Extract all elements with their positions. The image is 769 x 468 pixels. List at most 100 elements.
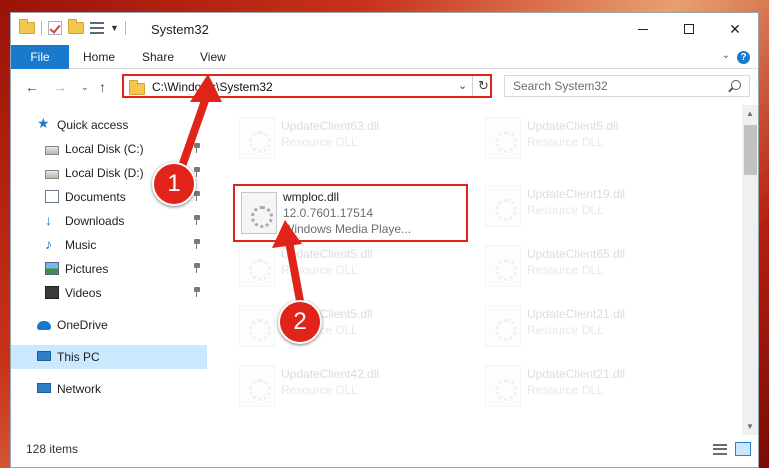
onedrive-icon [37,321,51,330]
tab-home[interactable]: Home [83,45,115,69]
address-divider [472,76,473,96]
videos-icon [45,286,59,299]
ribbon: File Home Share View ⌄ ? [11,45,758,69]
file-name: UpdateClient5.dll [281,247,373,261]
file-item[interactable]: UpdateClient63.dll Resource DLL [233,113,433,169]
file-item[interactable]: UpdateClient21.dll Resource DLL [479,301,679,357]
file-item[interactable]: UpdateClient5.dll Resource DLL [479,113,679,169]
address-history-icon[interactable]: ⌄ [458,79,467,92]
dll-file-icon [485,365,521,407]
close-button[interactable]: ✕ [712,13,758,45]
dll-file-icon [485,185,521,227]
search-icon[interactable] [731,80,741,90]
file-item[interactable]: UpdateClient5.dll Resource DLL [233,241,433,297]
sidebar-item-label: Local Disk (D:) [65,166,144,180]
tab-file[interactable]: File [11,45,69,69]
downloads-icon: ↓ [45,212,52,228]
dll-file-icon [239,365,275,407]
properties-icon[interactable] [90,22,104,34]
sidebar-item-pictures[interactable]: Pictures [11,257,207,281]
file-name: UpdateClient5.dll [527,119,619,133]
step1-badge: 1 [152,162,196,206]
window-controls: ✕ [620,13,758,45]
dll-file-icon [485,117,521,159]
sidebar-item-this-pc[interactable]: This PC [11,345,207,369]
file-type: Resource DLL [527,383,604,397]
sidebar-item-label: Documents [65,190,126,204]
scrollbar-thumb[interactable] [744,125,757,175]
sidebar-item-onedrive[interactable]: OneDrive [11,313,207,337]
pin-icon [193,287,201,297]
scroll-up-icon[interactable]: ▲ [746,109,754,118]
file-version: 12.0.7601.17514 [283,206,374,220]
folder-icon [129,80,145,95]
pin-icon [193,215,201,225]
status-bar: 128 items [11,435,758,467]
file-item[interactable]: UpdateClient19.dll Resource DLL [479,181,679,237]
file-item[interactable]: UpdateClient42.dll Resource DLL [233,361,433,417]
maximize-button[interactable] [666,13,712,45]
sidebar-item-music[interactable]: ♪ Music [11,233,207,257]
sidebar-item-videos[interactable]: Videos [11,281,207,305]
tab-view[interactable]: View [200,45,226,69]
file-type: Resource DLL [281,383,358,397]
scroll-down-icon[interactable]: ▼ [746,422,754,431]
window-title: System32 [151,22,209,37]
pin-icon [193,263,201,273]
recent-locations-icon[interactable]: ⌄ [81,82,89,93]
sidebar-item-local-disk-c[interactable]: Local Disk (C:) [11,137,207,161]
file-item[interactable]: UpdateClient65.dll Resource DLL [479,241,679,297]
toolbar-divider [124,21,126,35]
expand-ribbon-icon[interactable]: ⌄ [722,50,730,61]
dll-file-icon [485,245,521,287]
customize-toolbar-icon[interactable]: ▼ [110,23,119,33]
help-icon[interactable]: ? [737,51,750,64]
large-icons-view-icon[interactable] [735,442,751,456]
quick-access-toolbar: ▼ [19,19,126,35]
file-name: UpdateClient19.dll [527,187,626,201]
sidebar-item-label: Pictures [65,262,109,276]
file-list: UpdateClient63.dll Resource DLL UpdateCl… [209,105,742,435]
properties-check-icon[interactable] [48,21,62,35]
music-icon: ♪ [45,236,52,252]
tab-share[interactable]: Share [142,45,174,69]
new-folder-icon[interactable] [68,19,84,34]
navigation-bar: ← → ⌄ ↑ C:\Windows\System32 ⌄ ↻ Search S… [11,69,758,105]
file-name: UpdateClient65.dll [527,247,626,261]
sidebar-item-label: Local Disk (C:) [65,142,144,156]
address-path[interactable]: C:\Windows\System32 [152,80,273,94]
search-placeholder[interactable]: Search System32 [513,79,608,93]
file-item[interactable]: UpdateClient21.dll Resource DLL [479,361,679,417]
sidebar-item-quick-access[interactable]: ★ Quick access [11,113,207,137]
pin-icon [193,239,201,249]
address-bar[interactable]: C:\Windows\System32 ⌄ ↻ [122,74,492,98]
dll-file-icon [239,245,275,287]
file-item[interactable]: UpdateClient5.dll Resource DLL [233,301,433,357]
forward-arrow-icon[interactable]: → [53,79,67,95]
navigation-pane: ★ Quick access Local Disk (C:) Local Dis… [11,105,209,435]
toolbar-divider [41,21,42,35]
minimize-button[interactable] [620,13,666,45]
up-arrow-icon[interactable]: ↑ [99,79,106,95]
sidebar-item-label: Music [65,238,97,252]
sidebar-item-downloads[interactable]: ↓ Downloads [11,209,207,233]
star-icon: ★ [37,115,50,131]
item-count: 128 items [26,442,79,456]
sidebar-item-label: Downloads [65,214,125,228]
disk-icon [45,146,59,155]
network-icon [37,383,51,393]
dll-file-icon [241,192,277,234]
sidebar-item-label: Network [57,382,102,396]
sidebar-item-network[interactable]: Network [11,377,207,401]
sidebar-item-label: OneDrive [57,318,108,332]
minimize-icon [638,28,648,30]
vertical-scrollbar[interactable]: ▲ ▼ [742,105,758,435]
details-view-icon[interactable] [713,444,727,455]
file-type: Resource DLL [527,323,604,337]
back-arrow-icon[interactable]: ← [25,79,39,95]
sidebar-item-label: Videos [65,286,102,300]
refresh-icon[interactable]: ↻ [478,78,489,94]
file-type: Resource DLL [281,135,358,149]
file-item-wmploc[interactable]: wmploc.dll 12.0.7601.17514 Windows Media… [233,184,468,242]
search-box[interactable]: Search System32 [504,75,750,97]
